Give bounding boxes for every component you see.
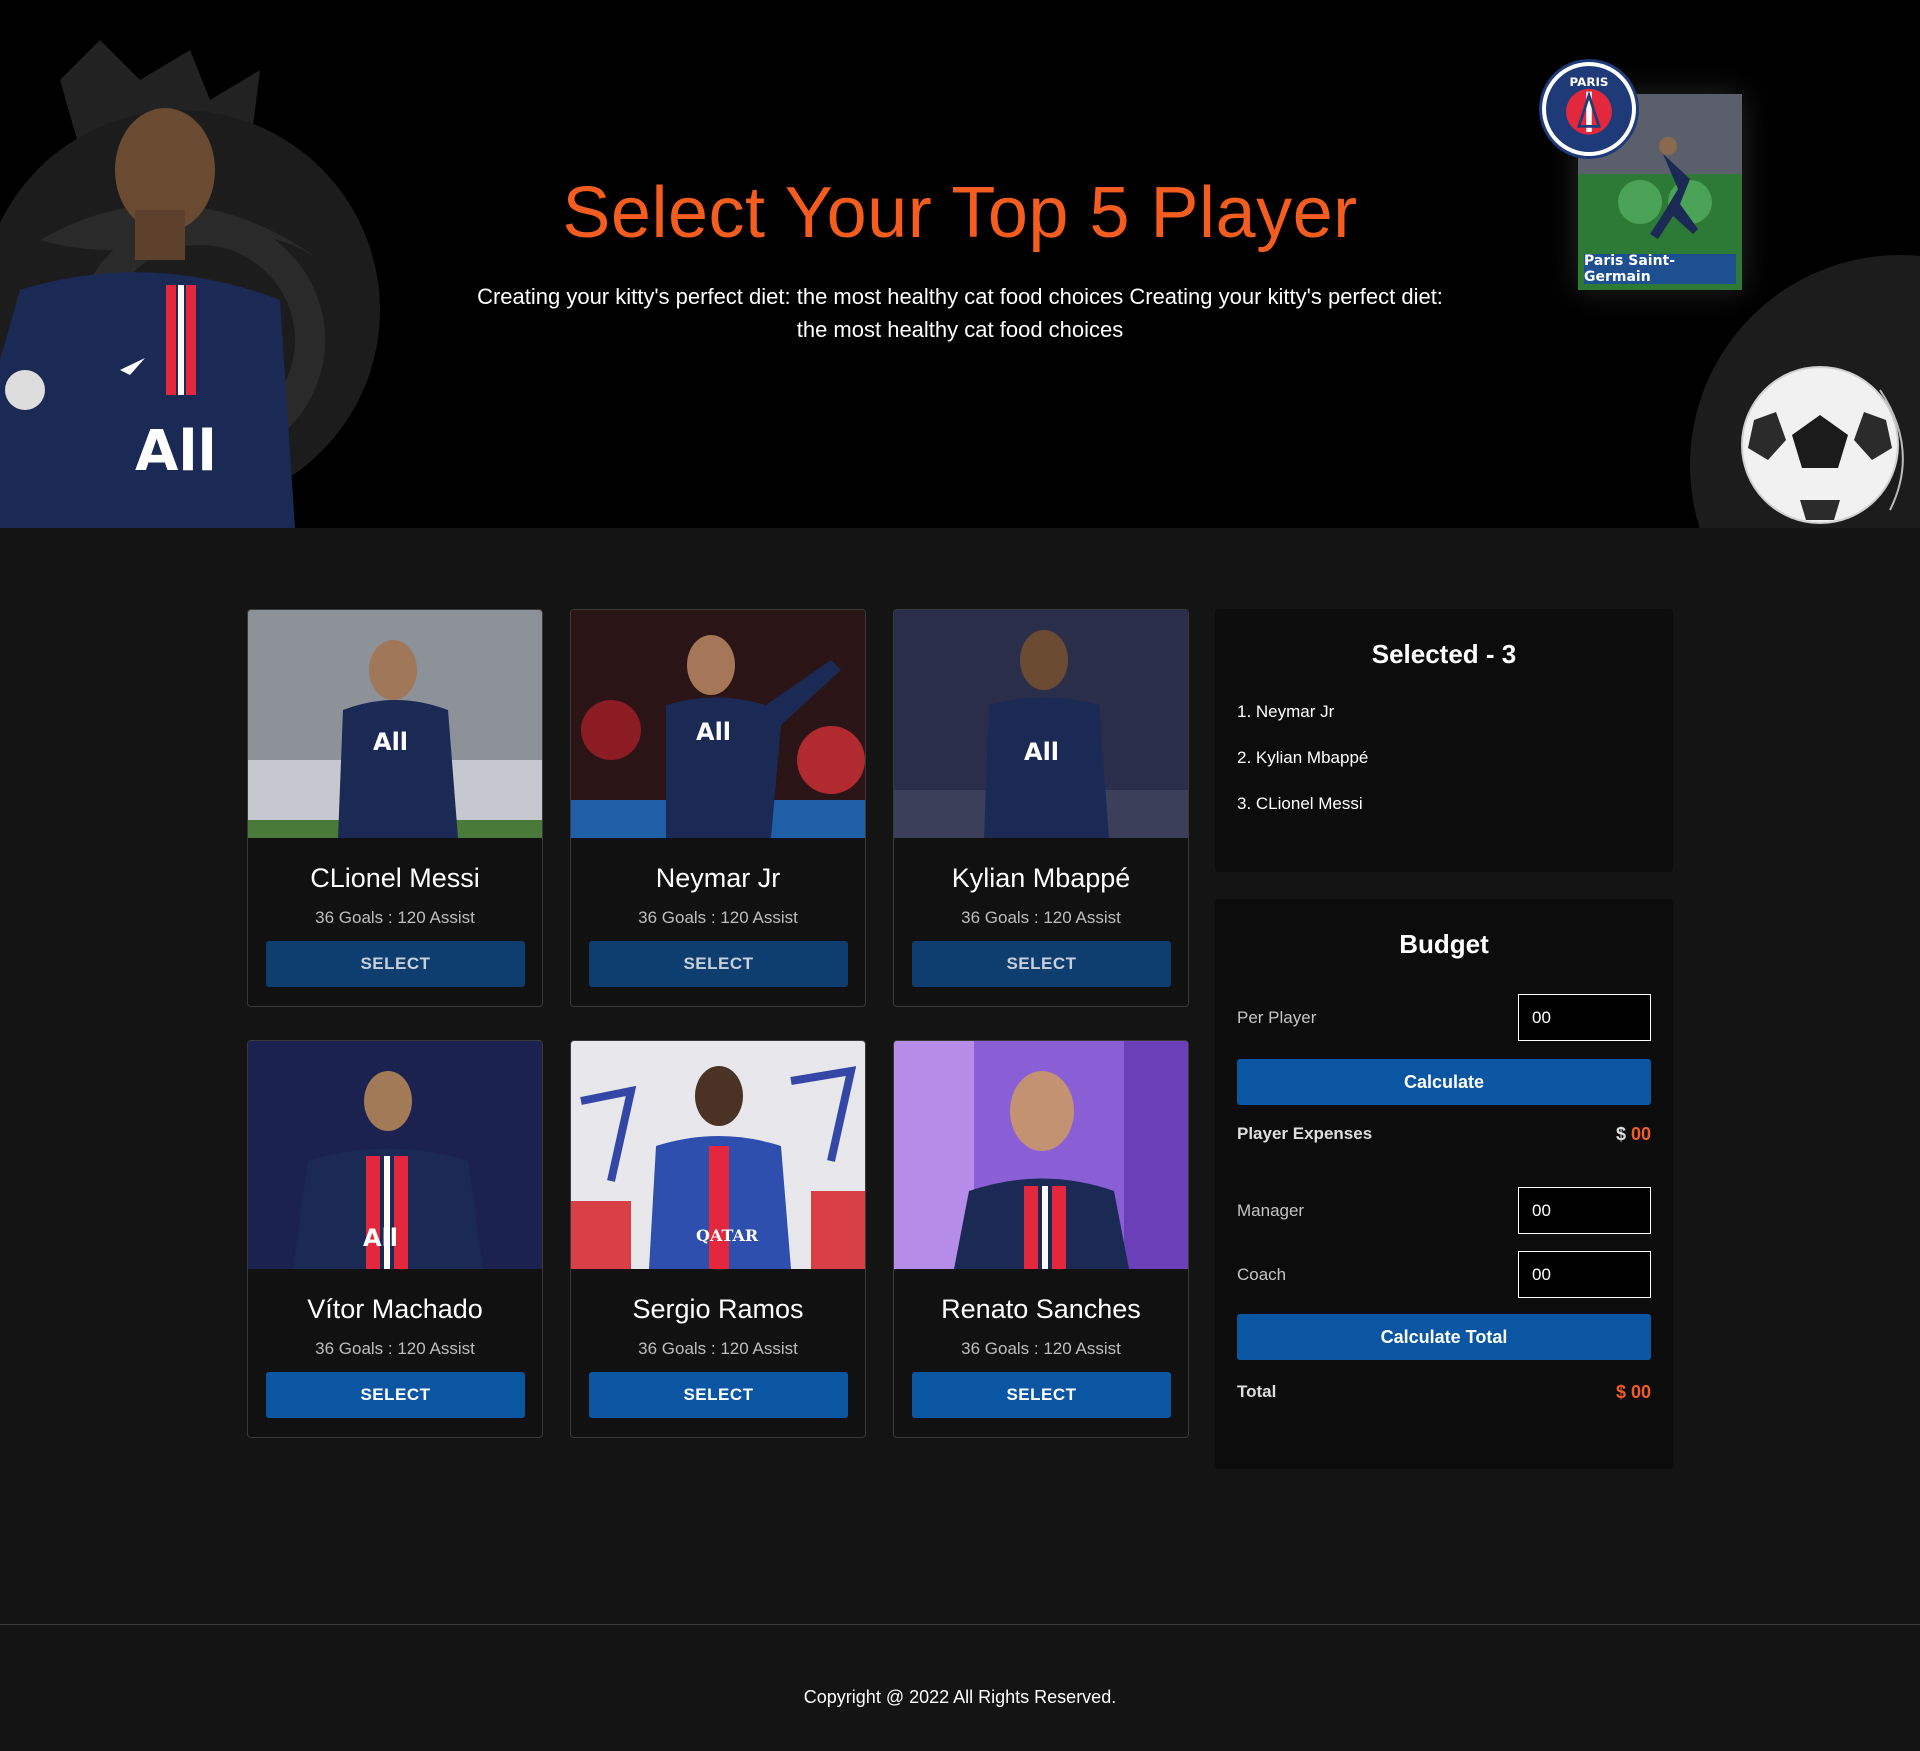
player-expenses-row: Player Expenses $ 00 <box>1237 1119 1651 1149</box>
select-button[interactable]: SELECT <box>912 1372 1171 1418</box>
manager-row: Manager <box>1237 1187 1651 1234</box>
mbappe-hero-image: All <box>0 108 295 528</box>
player-card: All Kylian Mbappé 36 Goals : 120 Assist … <box>893 609 1189 1007</box>
player-photo <box>894 1041 1188 1269</box>
manager-label: Manager <box>1237 1200 1305 1220</box>
svg-text:All: All <box>363 1224 398 1252</box>
player-name: Sergio Ramos <box>632 1294 804 1324</box>
selected-item: 2. Kylian Mbappé <box>1237 748 1369 767</box>
copyright-text: Copyright @ 2022 All Rights Reserved. <box>803 1687 1117 1707</box>
psg-logo-icon: PARIS <box>1542 62 1636 156</box>
player-card: QATAR Sergio Ramos 36 Goals : 120 Assist… <box>570 1040 866 1438</box>
total-amount: $ 00 <box>1616 1382 1651 1403</box>
selected-list: 1. Neymar Jr 2. Kylian Mbappé 3. CLionel… <box>1237 702 1673 840</box>
player-photo: All <box>894 610 1188 838</box>
player-expenses-value: 00 <box>1630 1123 1651 1144</box>
player-card: Renato Sanches 36 Goals : 120 Assist SEL… <box>893 1040 1189 1438</box>
svg-text:All: All <box>1024 738 1059 766</box>
player-stats: 36 Goals : 120 Assist <box>961 908 1121 927</box>
calculate-button[interactable]: Calculate <box>1237 1059 1651 1105</box>
player-photo: All <box>248 610 542 838</box>
player-name: Kylian Mbappé <box>951 863 1131 893</box>
selected-title: Selected - 3 <box>1371 639 1517 669</box>
player-name: Vítor Machado <box>307 1294 483 1324</box>
football-icon <box>1741 366 1904 524</box>
select-button[interactable]: SELECT <box>266 941 525 987</box>
calculate-total-button[interactable]: Calculate Total <box>1237 1314 1651 1360</box>
player-name: Renato Sanches <box>941 1294 1141 1324</box>
per-player-label: Per Player <box>1237 1007 1317 1027</box>
svg-text:All: All <box>373 728 408 756</box>
manager-input[interactable] <box>1518 1187 1651 1234</box>
total-currency: $ <box>1615 1381 1626 1402</box>
page-subtitle: Creating your kitty's perfect diet: the … <box>477 284 1443 342</box>
player-expenses-amount: $ 00 <box>1616 1124 1651 1145</box>
budget-panel: Budget Per Player Calculate Player Expen… <box>1215 899 1673 1469</box>
player-photo: QATAR <box>571 1041 865 1269</box>
player-stats: 36 Goals : 120 Assist <box>638 1339 798 1358</box>
player-stats: 36 Goals : 120 Assist <box>961 1339 1121 1358</box>
player-photo: All <box>571 610 865 838</box>
per-player-input[interactable] <box>1518 994 1651 1041</box>
hero-banner: All Select Your Top 5 Player Creating yo… <box>0 0 1920 528</box>
total-row: Total $ 00 <box>1237 1377 1651 1407</box>
svg-text:QATAR: QATAR <box>696 1226 759 1245</box>
player-photo: All <box>248 1041 542 1269</box>
player-stats: 36 Goals : 120 Assist <box>315 908 475 927</box>
select-button[interactable]: SELECT <box>589 1372 848 1418</box>
coach-row: Coach <box>1237 1251 1651 1298</box>
total-value: 00 <box>1630 1381 1651 1402</box>
player-name: CLionel Messi <box>310 863 480 893</box>
player-name: Neymar Jr <box>655 863 781 893</box>
player-card: All Vítor Machado 36 Goals : 120 Assist … <box>247 1040 543 1438</box>
player-card: All CLionel Messi 36 Goals : 120 Assist … <box>247 609 543 1007</box>
player-expenses-label: Player Expenses <box>1237 1124 1373 1143</box>
selected-panel: Selected - 3 1. Neymar Jr 2. Kylian Mbap… <box>1215 609 1673 872</box>
budget-title: Budget <box>1399 929 1489 959</box>
coach-label: Coach <box>1237 1264 1287 1284</box>
selected-item: 3. CLionel Messi <box>1237 794 1363 813</box>
page-footer: Copyright @ 2022 All Rights Reserved. <box>0 1624 1920 1751</box>
total-label: Total <box>1237 1382 1277 1401</box>
player-stats: 36 Goals : 120 Assist <box>315 1339 475 1358</box>
selected-item: 1. Neymar Jr <box>1237 702 1335 721</box>
psg-caption: Paris Saint-Germain <box>1584 253 1736 285</box>
player-card: All Neymar Jr 36 Goals : 120 Assist SELE… <box>570 609 866 1007</box>
psg-logo-text: PARIS <box>1570 75 1609 89</box>
player-stats: 36 Goals : 120 Assist <box>638 908 798 927</box>
select-button[interactable]: SELECT <box>266 1372 525 1418</box>
player-expenses-currency: $ <box>1615 1123 1626 1144</box>
per-player-row: Per Player <box>1237 994 1651 1041</box>
select-button[interactable]: SELECT <box>589 941 848 987</box>
coach-input[interactable] <box>1518 1251 1651 1298</box>
svg-text:All: All <box>696 718 731 746</box>
svg-text:All: All <box>135 419 217 484</box>
select-button[interactable]: SELECT <box>912 941 1171 987</box>
